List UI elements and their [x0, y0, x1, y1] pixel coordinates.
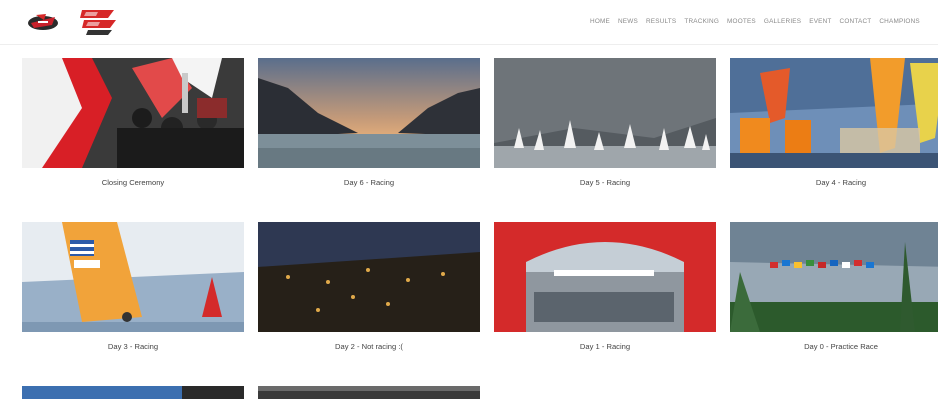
site-header: HOME NEWS RESULTS TRACKING MOOTES GALLER…: [0, 0, 938, 45]
nav-mootes[interactable]: MOOTES: [723, 17, 760, 31]
photo-greek-windsurfer: [22, 222, 244, 332]
gallery-card-day-3[interactable]: Day 3 - Racing: [22, 222, 244, 351]
event-logo[interactable]: [78, 8, 120, 36]
gallery-thumbnail[interactable]: [22, 222, 244, 332]
photo-lake-sunset: [258, 58, 480, 168]
gallery-thumbnail[interactable]: [494, 222, 716, 332]
gallery-card-day-4[interactable]: Day 4 - Racing: [730, 58, 938, 187]
gallery-card-partial-1[interactable]: [22, 386, 244, 399]
nav-news[interactable]: NEWS: [614, 17, 642, 31]
main-nav: HOME NEWS RESULTS TRACKING MOOTES GALLER…: [586, 17, 924, 31]
photo-closing-ceremony: [22, 58, 244, 168]
gallery-thumbnail[interactable]: [258, 58, 480, 168]
gallery-thumbnail[interactable]: [730, 222, 938, 332]
gallery-thumbnail[interactable]: [730, 58, 938, 168]
photo-race-arch: [494, 222, 716, 332]
photo-partial-1: [22, 386, 244, 399]
photo-flags: [730, 222, 938, 332]
gallery-thumbnail[interactable]: [22, 386, 244, 399]
gallery-thumbnail[interactable]: [258, 222, 480, 332]
gallery-card-day-6[interactable]: Day 6 - Racing: [258, 58, 480, 187]
site-logo[interactable]: [26, 11, 60, 33]
photo-night-town: [258, 222, 480, 332]
gallery-caption[interactable]: Closing Ceremony: [22, 178, 244, 187]
gallery-thumbnail[interactable]: [494, 58, 716, 168]
nav-event[interactable]: EVENT: [805, 17, 835, 31]
gallery-card-day-0[interactable]: Day 0 - Practice Race: [730, 222, 938, 351]
nav-contact[interactable]: CONTACT: [836, 17, 876, 31]
photo-partial-2: [258, 386, 480, 399]
photo-windsurf-fleet: [494, 58, 716, 168]
gallery-card-day-5[interactable]: Day 5 - Racing: [494, 58, 716, 187]
gallery-card-day-2[interactable]: Day 2 - Not racing :(: [258, 222, 480, 351]
gallery-card-day-1[interactable]: Day 1 - Racing: [494, 222, 716, 351]
nav-results[interactable]: RESULTS: [642, 17, 680, 31]
gallery-caption[interactable]: Day 0 - Practice Race: [730, 342, 938, 351]
gallery-caption[interactable]: Day 6 - Racing: [258, 178, 480, 187]
logo-icon: [28, 14, 58, 30]
nav-tracking[interactable]: TRACKING: [680, 17, 723, 31]
nav-home[interactable]: HOME: [586, 17, 614, 31]
gallery-caption[interactable]: Day 1 - Racing: [494, 342, 716, 351]
nav-champions[interactable]: CHAMPIONS: [875, 17, 924, 31]
gallery-caption[interactable]: Day 4 - Racing: [730, 178, 938, 187]
photo-racing-orange: [730, 58, 938, 168]
gallery-caption[interactable]: Day 3 - Racing: [22, 342, 244, 351]
gallery-thumbnail[interactable]: [22, 58, 244, 168]
gallery-thumbnail[interactable]: [258, 386, 480, 399]
event-logo-icon: [80, 10, 116, 35]
nav-galleries[interactable]: GALLERIES: [760, 17, 805, 31]
gallery-caption[interactable]: Day 5 - Racing: [494, 178, 716, 187]
gallery-card-partial-2[interactable]: [258, 386, 480, 399]
gallery-card-closing-ceremony[interactable]: Closing Ceremony: [22, 58, 244, 187]
gallery-caption[interactable]: Day 2 - Not racing :(: [258, 342, 480, 351]
